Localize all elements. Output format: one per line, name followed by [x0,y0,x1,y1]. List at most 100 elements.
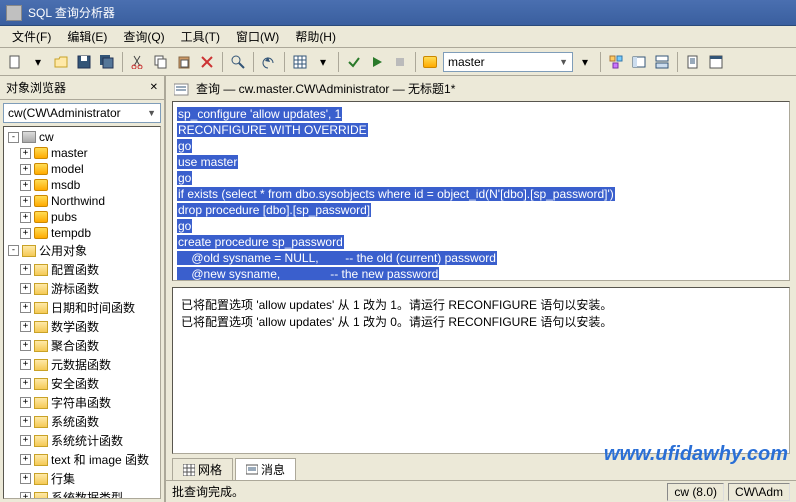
dropdown-icon[interactable]: ▾ [574,51,596,73]
tree-folder-node[interactable]: +安全函数 [6,374,158,393]
tab-grid[interactable]: 网格 [172,458,233,480]
find-button[interactable] [227,51,249,73]
results-mode-button[interactable] [289,51,311,73]
menu-window[interactable]: 窗口(W) [228,26,287,47]
server-select[interactable]: cw(CW\Administrator ▼ [3,103,161,123]
paste-button[interactable] [173,51,195,73]
templates-button[interactable] [682,51,704,73]
results-pane[interactable]: 已将配置选项 'allow updates' 从 1 改为 1。请运行 RECO… [172,287,790,454]
tree-folder-node[interactable]: +游标函数 [6,279,158,298]
parse-button[interactable] [343,51,365,73]
tree-folder-node[interactable]: +元数据函数 [6,355,158,374]
delete-button[interactable] [196,51,218,73]
result-line: 已将配置选项 'allow updates' 从 1 改为 1。请运行 RECO… [181,296,781,313]
tree-folder-node[interactable]: + 聚合函数 [6,336,158,355]
menu-query[interactable]: 查询(Q) [115,26,172,47]
dropdown-icon[interactable]: ▾ [312,51,334,73]
expand-icon[interactable]: + [20,180,31,191]
separator [600,52,601,72]
separator [284,52,285,72]
expand-icon[interactable]: + [20,492,31,499]
object-browser-button[interactable] [628,51,650,73]
copy-button[interactable] [150,51,172,73]
tree-database-node[interactable]: + pubs [6,209,158,225]
status-bar: 批查询完成。 cw (8.0) CW\Adm [166,480,796,502]
app-icon [6,5,22,21]
expand-icon[interactable]: + [20,473,31,484]
expand-icon[interactable]: + [20,359,31,370]
tree-folder-node[interactable]: +系统函数 [6,412,158,431]
separator [677,52,678,72]
tree-folder-node[interactable]: +行集 [6,469,158,488]
chevron-down-icon: ▼ [147,108,156,118]
tree-folder-node[interactable]: +数学函数 [6,317,158,336]
tree-folder-node[interactable]: +字符串函数 [6,393,158,412]
expand-icon[interactable]: - [8,245,19,256]
stop-button[interactable] [389,51,411,73]
tree-database-node[interactable]: +Northwind [6,193,158,209]
expand-icon[interactable]: + [20,397,31,408]
expand-icon[interactable]: + [20,283,31,294]
tree-folder-node[interactable]: +配置函数 [6,260,158,279]
tree-label: pubs [51,210,77,224]
dropdown-icon[interactable]: ▾ [27,51,49,73]
expand-icon[interactable]: + [20,435,31,446]
folder-icon [34,397,48,409]
save-all-button[interactable] [96,51,118,73]
database-select[interactable]: master ▼ [443,52,573,72]
result-tabs: 网格 消息 [172,458,790,480]
undo-button[interactable] [258,51,280,73]
folder-icon [34,416,48,428]
tree-server-node[interactable]: - cw [6,129,158,145]
server-icon [22,131,36,143]
tree-database-node[interactable]: + tempdb [6,225,158,241]
tree-label: 公用对象 [39,242,87,259]
object-tree[interactable]: - cw +master+model+msdb+Northwind+pubs+t… [3,126,161,499]
close-icon[interactable]: ✕ [150,82,158,93]
expand-icon[interactable]: + [20,302,31,313]
menu-edit[interactable]: 编辑(E) [59,26,115,47]
tree-database-node[interactable]: + model [6,161,158,177]
tab-messages[interactable]: 消息 [235,458,296,480]
execute-button[interactable] [366,51,388,73]
database-icon [34,163,48,175]
expand-icon[interactable]: + [20,196,31,207]
sql-editor[interactable]: sp_configure 'allow updates', 1RECONFIGU… [172,101,790,281]
expand-icon[interactable]: + [20,340,31,351]
cut-button[interactable] [127,51,149,73]
estimated-plan-button[interactable] [605,51,627,73]
menu-help[interactable]: 帮助(H) [287,26,344,47]
expand-icon[interactable]: + [20,416,31,427]
object-browser-panel: 对象浏览器 ✕ cw(CW\Administrator ▼ - cw +mast… [0,76,166,502]
tree-label: msdb [51,178,80,192]
new-button[interactable] [4,51,26,73]
tree-folder-node[interactable]: +系统数据类型 [6,488,158,499]
expand-icon[interactable]: + [20,264,31,275]
save-button[interactable] [73,51,95,73]
tree-label: tempdb [51,226,91,240]
expand-icon[interactable]: + [20,454,31,465]
tree-folder-node[interactable]: +系统统计函数 [6,431,158,450]
tree-folder-node[interactable]: - 公用对象 [6,241,158,260]
tree-folder-node[interactable]: +text 和 image 函数 [6,450,158,469]
expand-icon[interactable]: + [20,228,31,239]
expand-icon[interactable]: + [20,321,31,332]
tree-label: model [51,162,84,176]
open-button[interactable] [50,51,72,73]
tree-folder-node[interactable]: +日期和时间函数 [6,298,158,317]
tree-database-node[interactable]: +master [6,145,158,161]
menu-tools[interactable]: 工具(T) [173,26,228,47]
tree-database-node[interactable]: + msdb [6,177,158,193]
expand-icon[interactable]: + [20,148,31,159]
window-button[interactable] [705,51,727,73]
expand-icon[interactable]: + [20,164,31,175]
tree-label: 聚合函数 [51,337,99,354]
chevron-down-icon: ▼ [559,57,568,67]
menu-file[interactable]: 文件(F) [4,26,59,47]
expand-icon[interactable]: + [20,378,31,389]
show-results-button[interactable] [651,51,673,73]
expand-icon[interactable]: + [20,212,31,223]
folder-icon [34,435,48,447]
collapse-icon[interactable]: - [8,132,19,143]
status-text: 批查询完成。 [172,483,244,500]
